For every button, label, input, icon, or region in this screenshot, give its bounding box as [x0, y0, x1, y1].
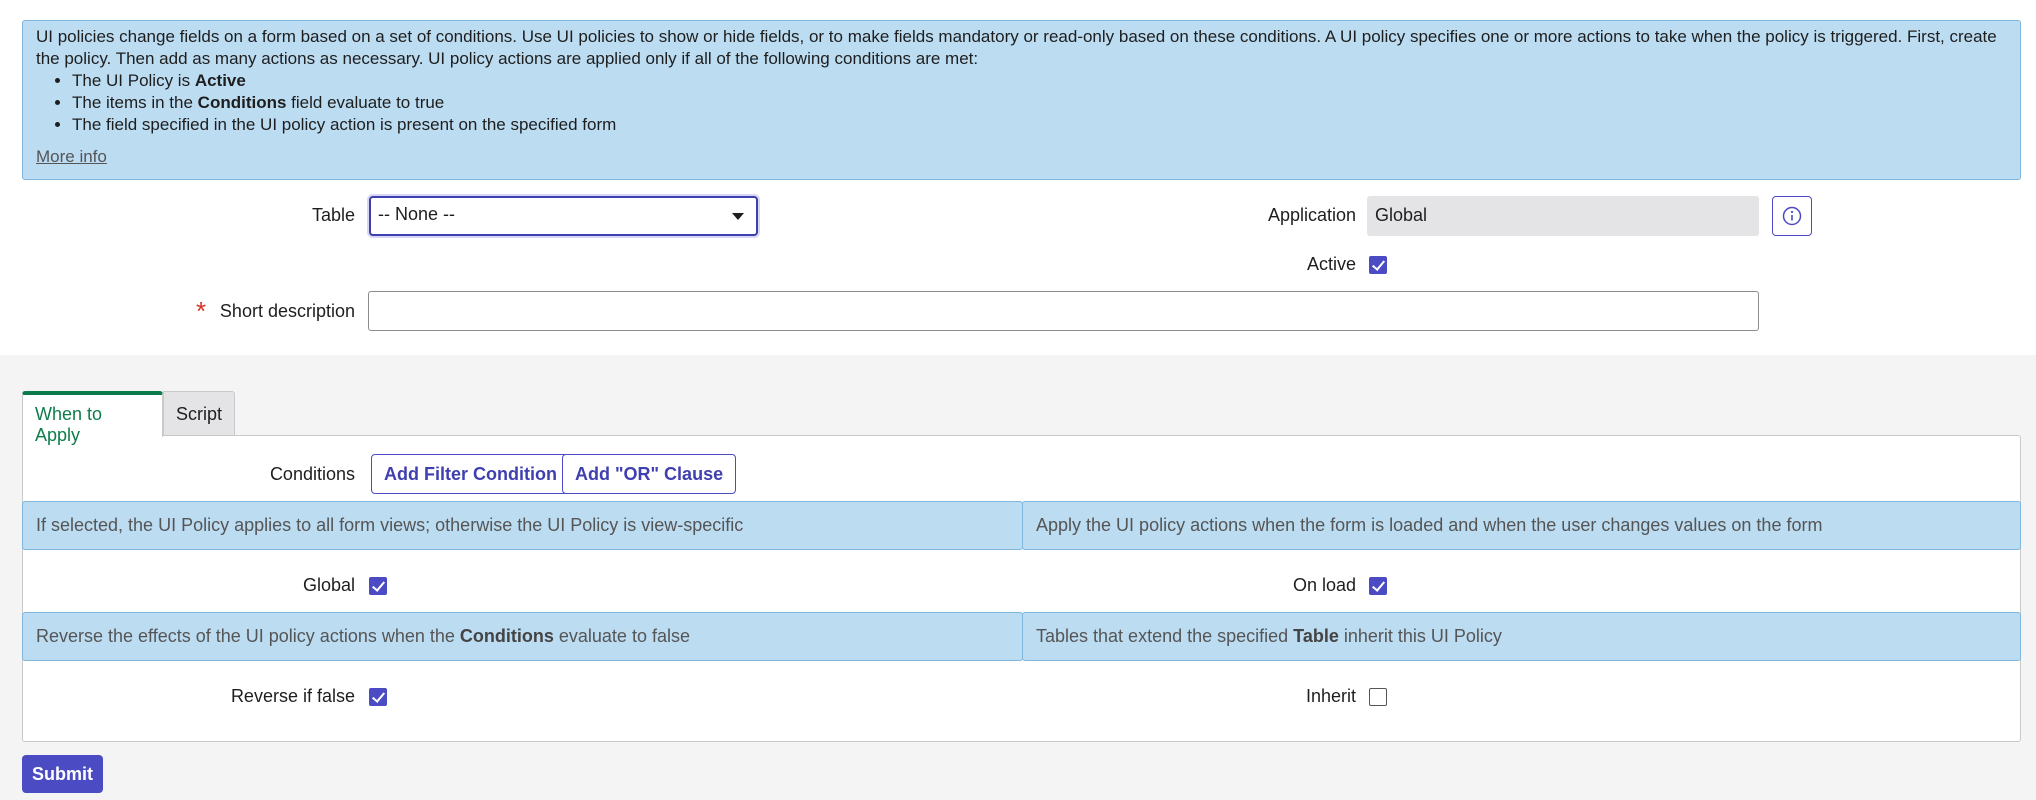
intro-bullet: The field specified in the UI policy act… [72, 114, 2007, 136]
global-hint: If selected, the UI Policy applies to al… [22, 501, 1023, 550]
global-checkbox[interactable] [369, 577, 387, 595]
required-asterisk-icon: * [196, 296, 207, 326]
table-select-value: -- None -- [378, 204, 456, 224]
inherit-hint: Tables that extend the specified Table i… [1022, 612, 2021, 661]
chevron-down-icon [732, 213, 744, 220]
application-label: Application [1267, 205, 1356, 225]
active-label: Active [1306, 254, 1356, 274]
reverse-hint: Reverse the effects of the UI policy act… [22, 612, 1023, 661]
application-field: Global [1367, 196, 1759, 236]
intro-info-box: UI policies change fields on a form base… [22, 20, 2021, 180]
submit-button[interactable]: Submit [22, 755, 103, 793]
add-filter-condition-button[interactable]: Add Filter Condition [371, 454, 570, 494]
inherit-checkbox[interactable] [1369, 688, 1387, 706]
onload-label: On load [1292, 575, 1356, 595]
reverse-if-false-label: Reverse if false [230, 686, 355, 706]
more-info-link[interactable]: More info [36, 146, 107, 168]
table-select[interactable]: -- None -- [369, 196, 758, 236]
info-icon [1782, 206, 1802, 226]
short-description-input[interactable] [368, 291, 1759, 331]
inherit-label: Inherit [1305, 686, 1356, 706]
table-label: Table [311, 205, 355, 225]
tab-when-to-apply[interactable]: When to Apply [22, 391, 163, 445]
tab-script[interactable]: Script [163, 391, 235, 436]
reverse-if-false-checkbox[interactable] [369, 688, 387, 706]
onload-hint: Apply the UI policy actions when the for… [1022, 501, 2021, 550]
intro-bullet-list: The UI Policy is Active The items in the… [72, 70, 2007, 136]
intro-bullet: The items in the Conditions field evalua… [72, 92, 2007, 114]
intro-bullet: The UI Policy is Active [72, 70, 2007, 92]
add-or-clause-button[interactable]: Add "OR" Clause [562, 454, 737, 494]
intro-text: UI policies change fields on a form base… [36, 27, 1997, 68]
onload-checkbox[interactable] [1369, 577, 1387, 595]
conditions-label: Conditions [269, 464, 355, 484]
global-label: Global [302, 575, 355, 595]
active-checkbox[interactable] [1369, 256, 1387, 274]
short-description-label: Short description [219, 301, 355, 321]
application-info-button[interactable] [1772, 196, 1812, 236]
